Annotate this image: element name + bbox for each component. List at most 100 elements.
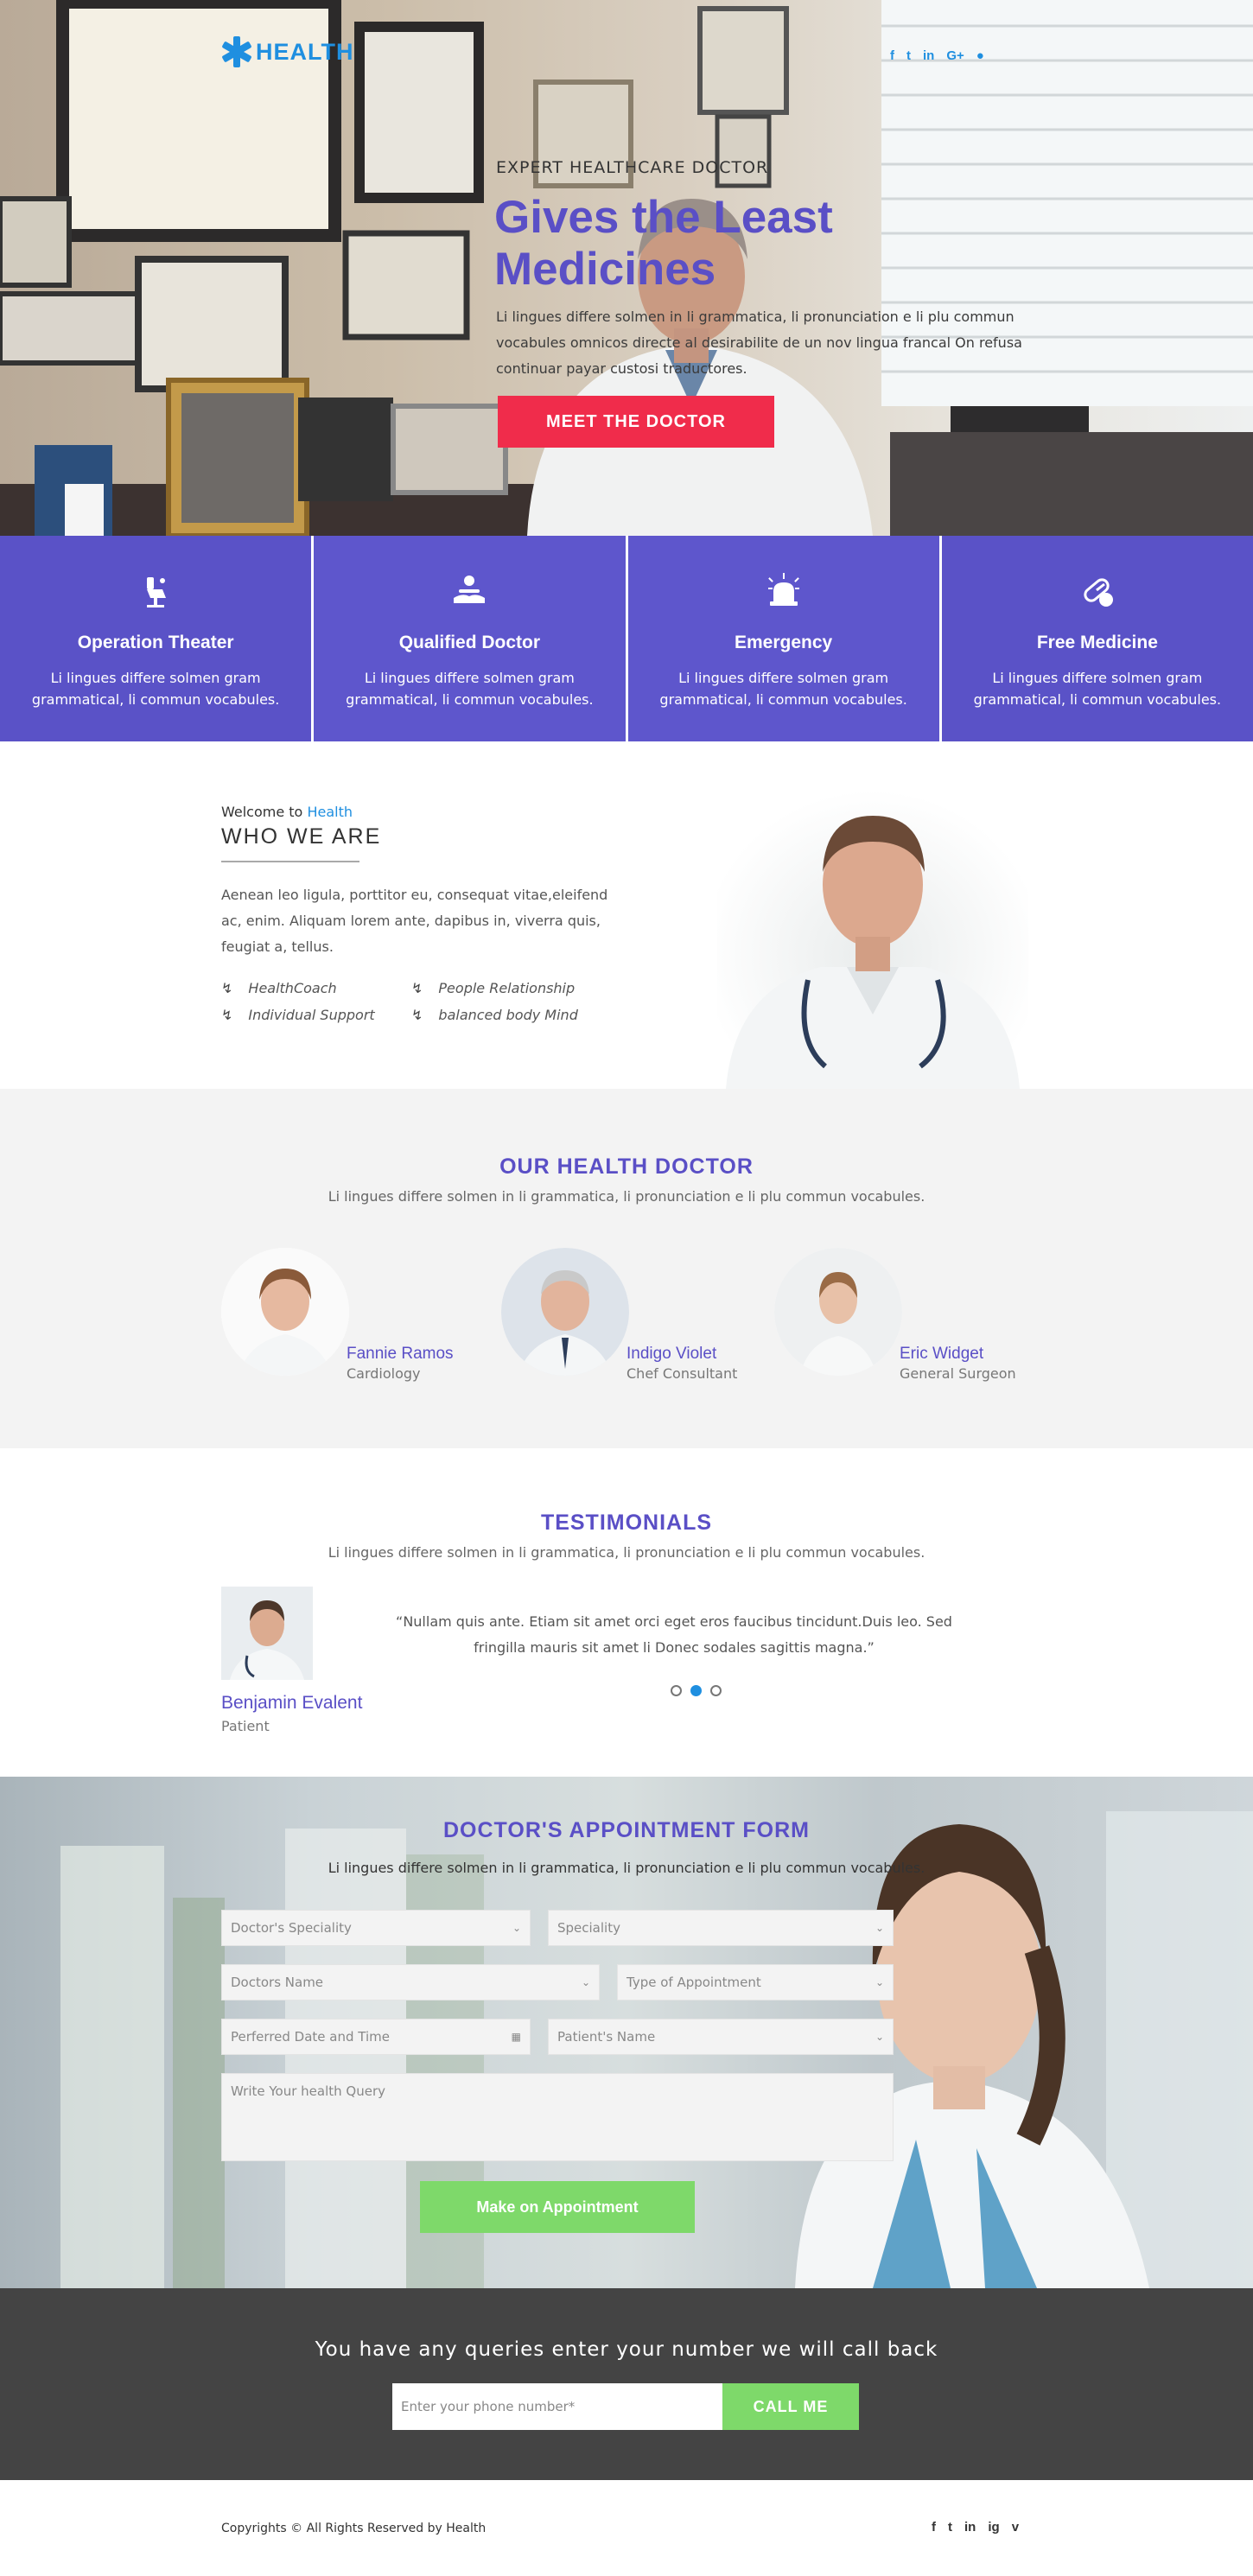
callback-section: You have any queries enter your number w… xyxy=(0,2288,1253,2480)
appointment-title: DOCTOR'S APPOINTMENT FORM xyxy=(443,1818,810,1842)
pill-icon xyxy=(1084,578,1113,607)
point-label: balanced body Mind xyxy=(438,1007,578,1023)
twitter-icon[interactable]: t xyxy=(906,48,911,63)
doctors-section: OUR HEALTH DOCTOR Li lingues differe sol… xyxy=(0,1089,1253,1448)
feature-text: Li lingues differe solmen gram grammatic… xyxy=(973,670,1222,708)
linkedin-icon[interactable]: in xyxy=(964,2520,976,2535)
point-label: People Relationship xyxy=(438,980,576,996)
title-underline xyxy=(221,861,359,862)
copyright-text: Copyrights © All Rights Reserved by Heal… xyxy=(221,2522,487,2535)
feature-text: Li lingues differe solmen gram grammatic… xyxy=(346,670,594,708)
chevron-down-icon: ⌄ xyxy=(875,1922,884,1934)
phone-number-input[interactable]: Enter your phone number* xyxy=(392,2383,722,2430)
feature-text: Li lingues differe solmen gram grammatic… xyxy=(31,670,280,708)
preferred-date-input[interactable]: Perferred Date and Time ▦ xyxy=(221,2019,531,2055)
doctor-avatar xyxy=(774,1248,902,1376)
hand-care-icon xyxy=(454,576,486,603)
select-placeholder: Doctor's Speciality xyxy=(231,1920,352,1936)
doctor-name[interactable]: Indigo Violet xyxy=(626,1345,716,1364)
textarea-placeholder: Write Your health Query xyxy=(231,2083,385,2099)
twitter-icon[interactable]: t xyxy=(948,2520,952,2535)
carousel-dots xyxy=(671,1685,722,1696)
chevron-down-icon: ⌄ xyxy=(875,2031,884,2043)
doctor-name[interactable]: Eric Widget xyxy=(900,1345,983,1364)
input-placeholder: Perferred Date and Time xyxy=(231,2029,390,2045)
doctor-avatar xyxy=(221,1248,349,1376)
meet-the-doctor-button[interactable]: MEET THE DOCTOR xyxy=(498,396,774,448)
feature-title: Emergency xyxy=(735,633,833,652)
testimonials-subtitle: Li lingues differe solmen in li grammati… xyxy=(328,1544,925,1561)
about-title: WHO WE ARE xyxy=(221,824,382,849)
point-label: Individual Support xyxy=(248,1007,375,1023)
point-item: ↯ HealthCoach xyxy=(221,980,411,996)
doctors-speciality-select[interactable]: Doctor's Speciality ⌄ xyxy=(221,1910,531,1946)
instagram-icon[interactable]: ig xyxy=(988,2520,999,2535)
testimonial-role: Patient xyxy=(221,1718,270,1734)
doctor-role: General Surgeon xyxy=(900,1365,1016,1382)
point-item: ↯ Individual Support xyxy=(221,1007,411,1023)
chevron-down-icon: ⌄ xyxy=(581,1976,590,1988)
doctor-card[interactable]: Indigo Violet Chef Consultant xyxy=(501,1248,737,1382)
chevron-down-icon: ⌄ xyxy=(875,1976,884,1988)
doctor-card[interactable]: Fannie Ramos Cardiology xyxy=(221,1248,454,1382)
select-placeholder: Doctors Name xyxy=(231,1975,324,1990)
doctor-avatar xyxy=(501,1248,629,1376)
carousel-dot-active[interactable] xyxy=(690,1685,702,1696)
appointment-type-select[interactable]: Type of Appointment ⌄ xyxy=(617,1964,894,2000)
feature-text: Li lingues differe solmen gram grammatic… xyxy=(659,670,907,708)
appointment-subtitle: Li lingues differe solmen in li grammati… xyxy=(328,1860,925,1876)
linkedin-icon[interactable]: in xyxy=(923,48,934,63)
footer-social-links: f t in ig v xyxy=(932,2520,1019,2535)
doctors-subtitle: Li lingues differe solmen in li grammati… xyxy=(328,1188,925,1205)
chevron-down-icon: ⌄ xyxy=(512,1922,521,1934)
hero-section: HEALTH f t in G+ ● EXPERT HEALTHCARE DOC… xyxy=(0,0,1253,536)
point-item: ↯ People Relationship xyxy=(411,980,601,996)
google-plus-icon[interactable]: G+ xyxy=(946,48,964,63)
appointment-section: DOCTOR'S APPOINTMENT FORM Li lingues dif… xyxy=(0,1777,1253,2288)
about-points: ↯ HealthCoach ↯ People Relationship ↯ Indiv… xyxy=(221,980,619,1023)
doctors-title: OUR HEALTH DOCTOR xyxy=(499,1154,754,1179)
testimonial-quote: “Nullam quis ante. Etiam sit amet orci e… xyxy=(396,1613,952,1656)
hero-title: Gives the Least Medicines xyxy=(494,192,833,295)
welcome-prefix: Welcome to xyxy=(221,804,303,820)
site-logo[interactable]: HEALTH xyxy=(221,35,354,69)
features-strip: Operation Theater Li lingues differe sol… xyxy=(0,536,1253,741)
feature-title: Operation Theater xyxy=(77,633,234,652)
select-placeholder: Speciality xyxy=(557,1920,620,1936)
patient-name-select[interactable]: Patient's Name ⌄ xyxy=(548,2019,894,2055)
doctors-name-select[interactable]: Doctors Name ⌄ xyxy=(221,1964,600,2000)
carousel-dot[interactable] xyxy=(671,1685,682,1696)
doctor-role: Cardiology xyxy=(347,1365,421,1382)
speciality-select[interactable]: Speciality ⌄ xyxy=(548,1910,894,1946)
health-query-textarea[interactable]: Write Your health Query xyxy=(221,2073,894,2161)
feature-emergency: Emergency Li lingues differe solmen gram… xyxy=(627,536,942,741)
doctor-card[interactable]: Eric Widget General Surgeon xyxy=(774,1248,1016,1382)
doctor-name[interactable]: Fannie Ramos xyxy=(347,1345,454,1364)
point-item: ↯ balanced body Mind xyxy=(411,1007,601,1023)
calendar-icon[interactable]: ▦ xyxy=(512,2031,521,2043)
feature-operation-theater: Operation Theater Li lingues differe sol… xyxy=(0,536,315,741)
doctor-portrait xyxy=(717,790,1028,1089)
carousel-dot[interactable] xyxy=(710,1685,722,1696)
feature-title: Qualified Doctor xyxy=(398,633,541,652)
select-placeholder: Type of Appointment xyxy=(626,1975,761,1990)
call-me-button[interactable]: CALL ME xyxy=(722,2383,859,2430)
point-label: HealthCoach xyxy=(248,980,337,996)
facebook-icon[interactable]: f xyxy=(890,48,894,63)
doctor-role: Chef Consultant xyxy=(626,1365,738,1382)
input-placeholder: Enter your phone number* xyxy=(401,2399,576,2414)
vimeo-icon[interactable]: v xyxy=(1012,2520,1019,2535)
site-footer: Copyrights © All Rights Reserved by Heal… xyxy=(0,2480,1253,2576)
testimonials-section: TESTIMONIALS Li lingues differe solmen i… xyxy=(0,1448,1253,1777)
dental-chair-icon xyxy=(147,577,167,607)
make-appointment-button[interactable]: Make on Appointment xyxy=(420,2181,695,2233)
welcome-brand[interactable]: Health xyxy=(307,804,353,820)
welcome-line: Welcome to Health xyxy=(221,804,353,820)
select-placeholder: Patient's Name xyxy=(557,2029,656,2045)
medical-star-logo-icon xyxy=(222,36,251,67)
facebook-icon[interactable]: f xyxy=(932,2520,936,2535)
bolt-icon: ↯ xyxy=(221,980,233,996)
about-section: Welcome to Health WHO WE ARE Aenean leo … xyxy=(0,741,1253,1089)
site-logo-text: HEALTH xyxy=(256,38,354,65)
globe-icon[interactable]: ● xyxy=(976,48,984,63)
